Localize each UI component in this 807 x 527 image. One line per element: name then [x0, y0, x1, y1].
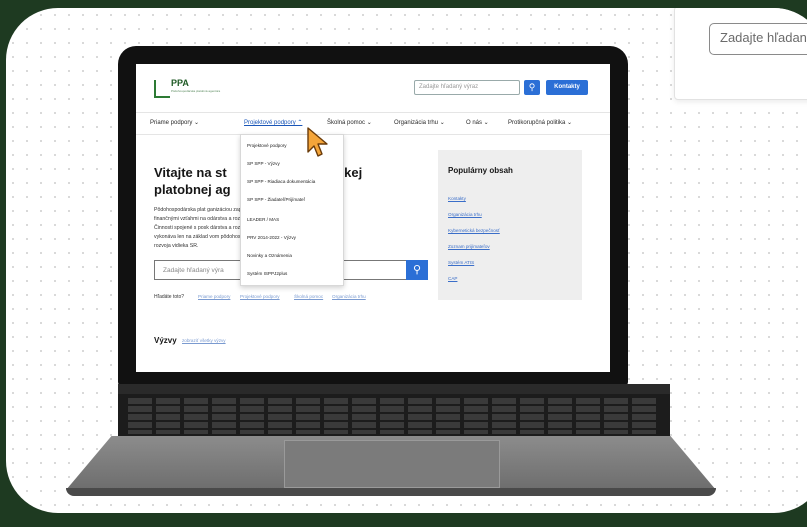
logo-mark-icon [154, 80, 170, 98]
suggest-link[interactable]: Projektové podpory [240, 294, 280, 299]
suggest-link[interactable]: Organizácia trhu [332, 294, 366, 299]
keyboard-row [128, 414, 660, 420]
main-search-button[interactable]: ⚲ [406, 260, 428, 280]
keyboard-row [128, 406, 660, 412]
laptop-front-edge [66, 488, 716, 496]
contacts-button[interactable]: Kontakty [546, 80, 588, 95]
keyboard [118, 394, 670, 436]
popup-search-input[interactable]: Zadajte hľadaný [709, 23, 807, 55]
popular-link[interactable]: Organizácia trhu [448, 212, 482, 217]
keyboard-row [128, 422, 660, 428]
dropdown-item[interactable]: SP SPP - Žiadateľ/Prijímateľ [247, 197, 305, 202]
nav-projektove-podpory[interactable]: Projektové podpory ⌃ [244, 119, 302, 126]
touchpad [284, 440, 500, 488]
suggest-link[interactable]: Školná pomoc [294, 294, 323, 299]
main-nav: Priame podpory ⌄ Projektové podpory ⌃ Šk… [136, 112, 610, 135]
mouse-pointer-icon [307, 127, 328, 157]
header-search-button[interactable]: ⚲ [524, 80, 540, 95]
popular-link[interactable]: Zoznam prijímateľov [448, 244, 490, 249]
laptop-hinge [118, 384, 670, 394]
dropdown-item[interactable]: PRV 2014-2022 - Výzvy [247, 235, 296, 240]
dropdown-item[interactable]: Novinky a Oznámenia [247, 253, 292, 258]
vyzvy-all-link[interactable]: zobraziť všetky výzvy [182, 338, 226, 343]
dropdown-item[interactable]: Projektové podpory [247, 143, 287, 148]
header-search-input[interactable]: Zadajte hľadaný výraz [414, 80, 520, 95]
keyboard-row [128, 430, 660, 434]
vyzvy-heading: Výzvy [154, 336, 177, 345]
dropdown-item[interactable]: SP SPP - Výzvy [247, 161, 280, 166]
site-header: PPA Pôdohospodárska platobná agentúra Za… [136, 64, 610, 113]
suggest-label: Hľadáte toto? [154, 294, 185, 300]
laptop-lid: PPA Pôdohospodárska platobná agentúra Za… [118, 46, 628, 386]
nav-o-nas[interactable]: O nás ⌄ [466, 119, 489, 126]
popular-link[interactable]: Kontakty [448, 196, 466, 201]
dropdown-item[interactable]: LEADER / MAS [247, 217, 279, 222]
ppa-logo[interactable]: PPA Pôdohospodárska platobná agentúra [154, 78, 224, 100]
popular-link[interactable]: Systém ATIS [448, 260, 474, 265]
nav-protikorupcna-politika[interactable]: Protikorupčná politika ⌄ [508, 119, 572, 126]
popular-title: Populárny obsah [448, 166, 513, 175]
popular-link[interactable]: Kybernetická bezpečnosť [448, 228, 500, 233]
logo-text: PPA [171, 78, 189, 88]
laptop-screen: PPA Pôdohospodárska platobná agentúra Za… [136, 64, 610, 372]
suggest-link[interactable]: Priame podpory [198, 294, 230, 299]
popular-content-panel: Populárny obsah Kontakty Organizácia trh… [438, 150, 582, 300]
dropdown-item[interactable]: Systém ISPPJ2plus [247, 271, 287, 276]
laptop-base [46, 384, 736, 502]
logo-subtext: Pôdohospodárska platobná agentúra [171, 89, 221, 93]
search-icon: ⚲ [528, 82, 536, 92]
keyboard-row [128, 398, 660, 404]
nav-priame-podpory[interactable]: Priame podpory ⌄ [150, 119, 199, 126]
hero-title-line1: Vitajte na st [154, 165, 227, 180]
search-icon: ⚲ [412, 264, 422, 276]
popular-link[interactable]: CAP [448, 276, 457, 281]
screenshot-card: Zadajte hľadaný PPA Pôdohospodárska plat… [6, 8, 807, 513]
dropdown-item[interactable]: SP SPP - Riadiaca dokumentácia [247, 179, 315, 184]
search-popup: Zadajte hľadaný [674, 8, 807, 100]
nav-organizacia-trhu[interactable]: Organizácia trhu ⌄ [394, 119, 445, 126]
nav-skolna-pomoc[interactable]: Školná pomoc ⌄ [327, 119, 372, 126]
